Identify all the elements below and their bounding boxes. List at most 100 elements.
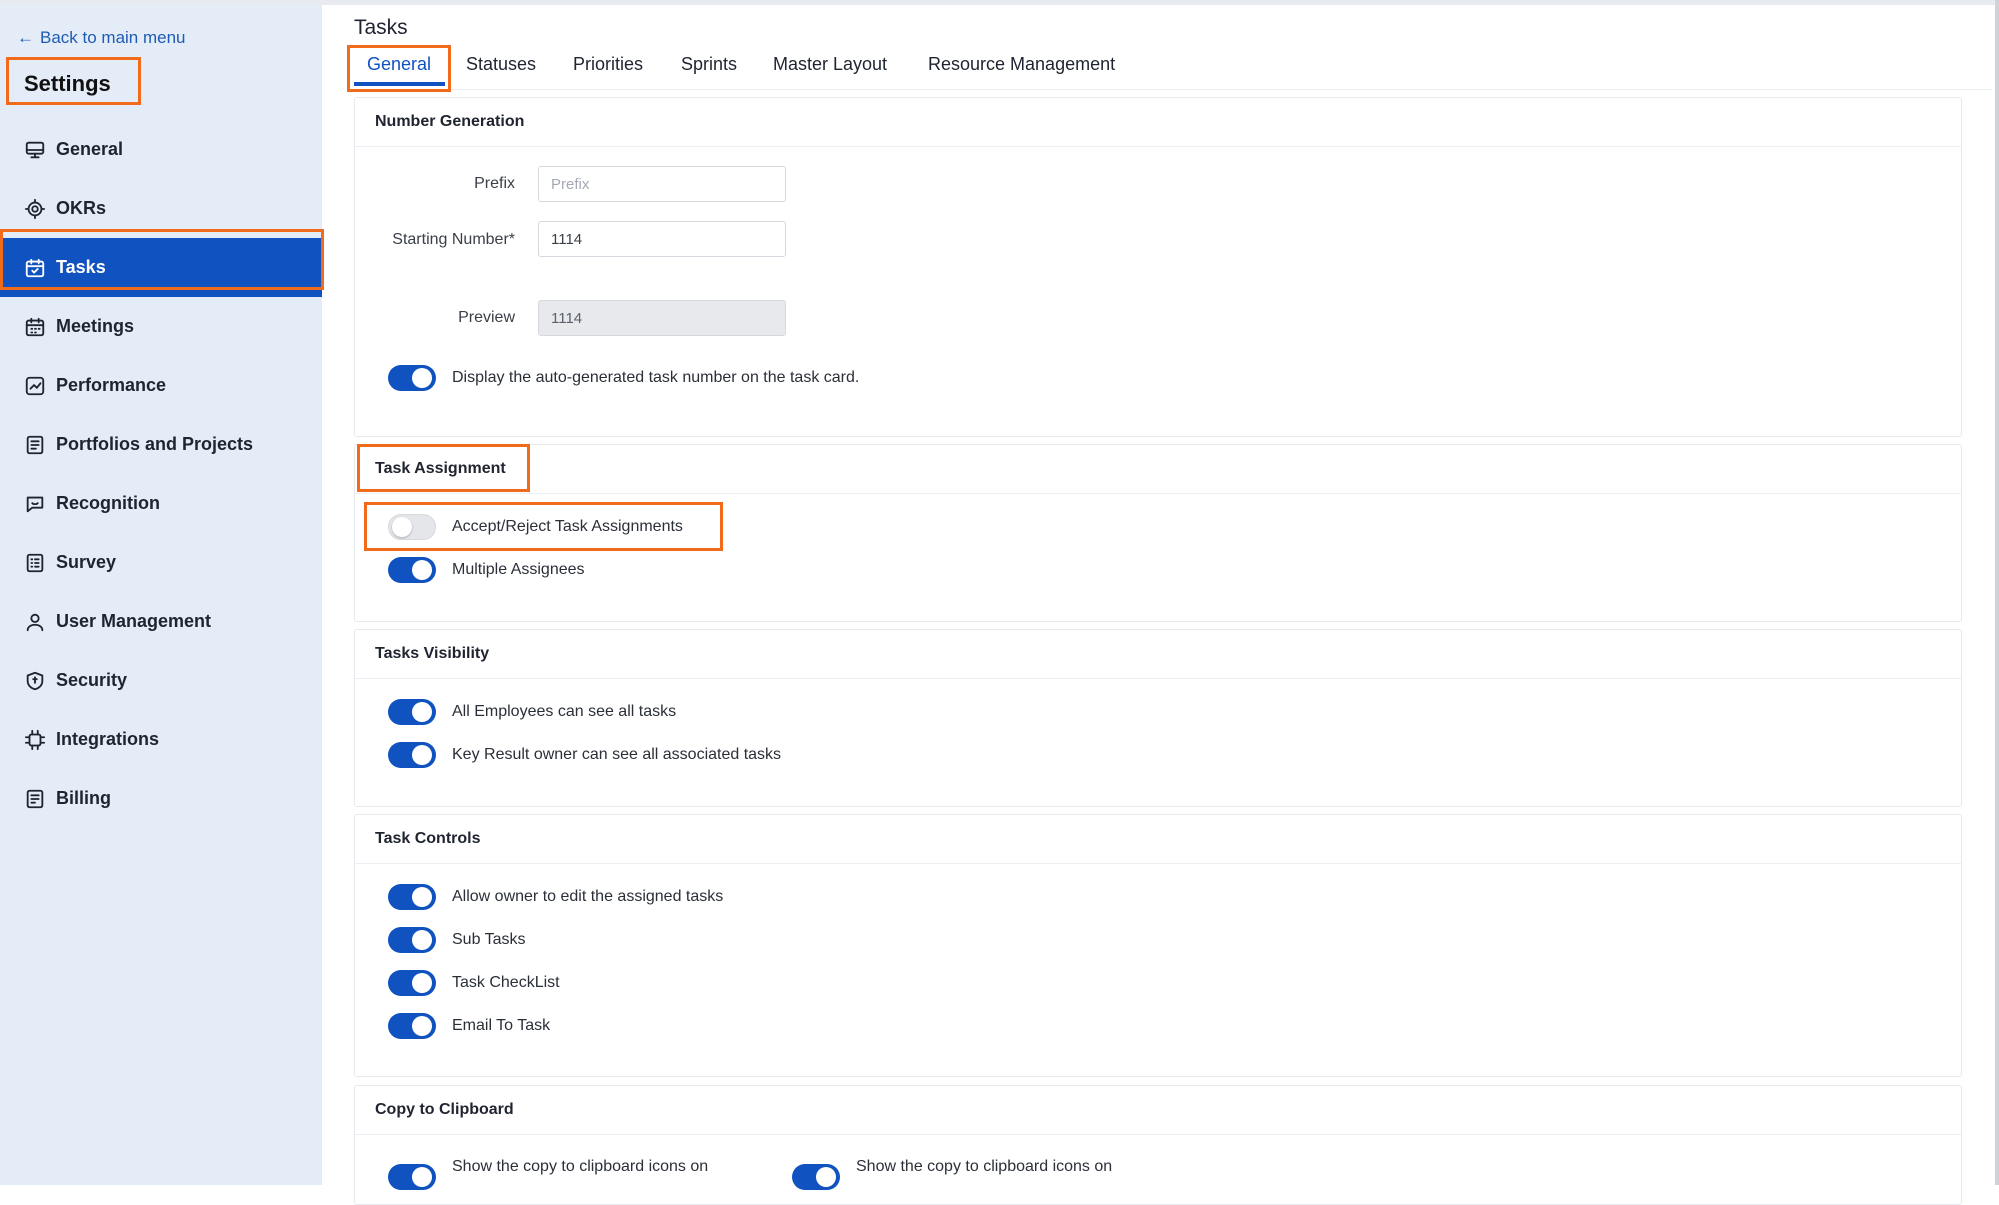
copy-to-clipboard-card: Copy to Clipboard Show the copy to clipb… [354,1085,1962,1205]
key-result-owner-toggle[interactable] [388,742,436,768]
all-employees-row: All Employees can see all tasks [388,699,676,725]
sidebar-item-meetings[interactable]: Meetings [0,297,322,356]
copy-clipboard-row-2: Show the copy to clipboard icons on [792,1158,1112,1190]
toggle-label: Display the auto-generated task number o… [452,369,860,386]
calendar-icon [24,316,46,338]
active-tab-indicator [354,82,445,86]
allow-owner-edit-row: Allow owner to edit the assigned tasks [388,884,723,910]
back-link-label: Back to main menu [40,28,186,47]
display-task-number-row: Display the auto-generated task number o… [388,365,859,391]
sidebar-item-label: Survey [56,552,117,572]
all-employees-toggle[interactable] [388,699,436,725]
sidebar-item-label: Portfolios and Projects [56,434,254,454]
multiple-assignees-toggle[interactable] [388,557,436,583]
sidebar-item-security[interactable]: Security [0,651,322,710]
sidebar-item-label: Tasks [56,257,106,277]
starting-number-label: Starting Number* [392,231,515,248]
allow-owner-edit-toggle[interactable] [388,884,436,910]
prefix-input[interactable] [538,166,786,202]
settings-sidebar: ← Back to main menu Settings General OKRs… [0,5,324,1185]
settings-title: Settings [24,71,111,96]
settings-nav: General OKRs Tasks Meetings Performance … [0,120,322,828]
display-task-number-toggle[interactable] [388,365,436,391]
user-icon [24,611,46,633]
document-list-icon [24,434,46,456]
tasks-visibility-heading: Tasks Visibility [355,630,1961,679]
sidebar-item-label: Billing [56,788,111,808]
tab-sprints[interactable]: Sprints [681,54,737,75]
starting-number-input[interactable] [538,221,786,257]
sidebar-item-performance[interactable]: Performance [0,356,322,415]
toggle-label: Email To Task [452,1017,551,1034]
toggle-label: Show the copy to clipboard icons on [856,1158,1113,1175]
target-icon [24,198,46,220]
toggle-label: Show the copy to clipboard icons on [452,1158,709,1175]
preview-label: Preview [458,309,515,326]
toggle-label: Allow owner to edit the assigned tasks [452,888,724,905]
receipt-icon [24,788,46,810]
accept-reject-row: Accept/Reject Task Assignments [388,514,683,540]
task-controls-card: Task Controls Allow owner to edit the as… [354,814,1962,1077]
sidebar-item-label: OKRs [56,198,107,218]
task-checklist-toggle[interactable] [388,970,436,996]
shield-icon [24,670,46,692]
sidebar-item-okrs[interactable]: OKRs [0,179,322,238]
copy-clipboard-toggle-1[interactable] [388,1164,436,1190]
toggle-label: Key Result owner can see all associated … [452,746,782,763]
calendar-check-icon [24,257,46,279]
sidebar-item-general[interactable]: General [0,120,322,179]
sidebar-item-recognition[interactable]: Recognition [0,474,322,533]
sidebar-item-label: Recognition [56,493,160,513]
key-result-owner-row: Key Result owner can see all associated … [388,742,781,768]
sidebar-item-tasks[interactable]: Tasks [0,238,322,297]
sidebar-item-integrations[interactable]: Integrations [0,710,322,769]
sidebar-item-portfolios-and-projects[interactable]: Portfolios and Projects [0,415,322,474]
sidebar-item-user-management[interactable]: User Management [0,592,322,651]
sidebar-item-label: Meetings [56,316,135,336]
checklist-icon [24,552,46,574]
task-assignment-card: Task Assignment Accept/Reject Task Assig… [354,444,1962,622]
tab-priorities[interactable]: Priorities [573,54,643,75]
tab-master-layout[interactable]: Master Layout [773,54,887,75]
sidebar-item-survey[interactable]: Survey [0,533,322,592]
task-assignment-heading: Task Assignment [355,445,1961,494]
toggle-label: Accept/Reject Task Assignments [452,518,683,535]
sidebar-item-billing[interactable]: Billing [0,769,322,828]
sidebar-item-label: Security [56,670,128,690]
sidebar-item-label: General [56,139,124,159]
sidebar-item-label: Performance [56,375,167,395]
preview-field [538,300,786,336]
email-to-task-row: Email To Task [388,1013,550,1039]
monitor-icon [24,139,46,161]
toggle-label: Multiple Assignees [452,561,585,578]
back-to-main-menu-link[interactable]: ← Back to main menu [17,28,186,48]
copy-to-clipboard-heading: Copy to Clipboard [355,1086,1961,1135]
multiple-assignees-row: Multiple Assignees [388,557,585,583]
tab-general[interactable]: General [367,54,431,75]
task-checklist-row: Task CheckList [388,970,560,996]
toggle-label: Task CheckList [452,974,560,991]
page-scrollbar[interactable] [1995,0,1999,1185]
sub-tasks-toggle[interactable] [388,927,436,953]
chip-icon [24,729,46,751]
settings-tabs: General Statuses Priorities Sprints Mast… [352,44,1992,90]
number-generation-card: Number Generation Prefix Starting Number… [354,97,1962,437]
tasks-visibility-card: Tasks Visibility All Employees can see a… [354,629,1962,807]
tab-statuses[interactable]: Statuses [466,54,536,75]
number-generation-heading: Number Generation [355,98,1961,147]
email-to-task-toggle[interactable] [388,1013,436,1039]
accept-reject-toggle[interactable] [388,514,436,540]
task-controls-heading: Task Controls [355,815,1961,864]
arrow-left-icon: ← [17,28,34,47]
tab-resource-management[interactable]: Resource Management [928,54,1115,75]
chat-smile-icon [24,493,46,515]
sidebar-item-label: Integrations [56,729,160,749]
page-title: Tasks [354,16,408,39]
toggle-label: Sub Tasks [452,931,526,948]
copy-clipboard-toggle-2[interactable] [792,1164,840,1190]
copy-clipboard-row-1: Show the copy to clipboard icons on [388,1158,708,1190]
sidebar-item-label: User Management [56,611,212,631]
prefix-label: Prefix [474,175,515,192]
chart-line-icon [24,375,46,397]
toggle-label: All Employees can see all tasks [452,703,677,720]
